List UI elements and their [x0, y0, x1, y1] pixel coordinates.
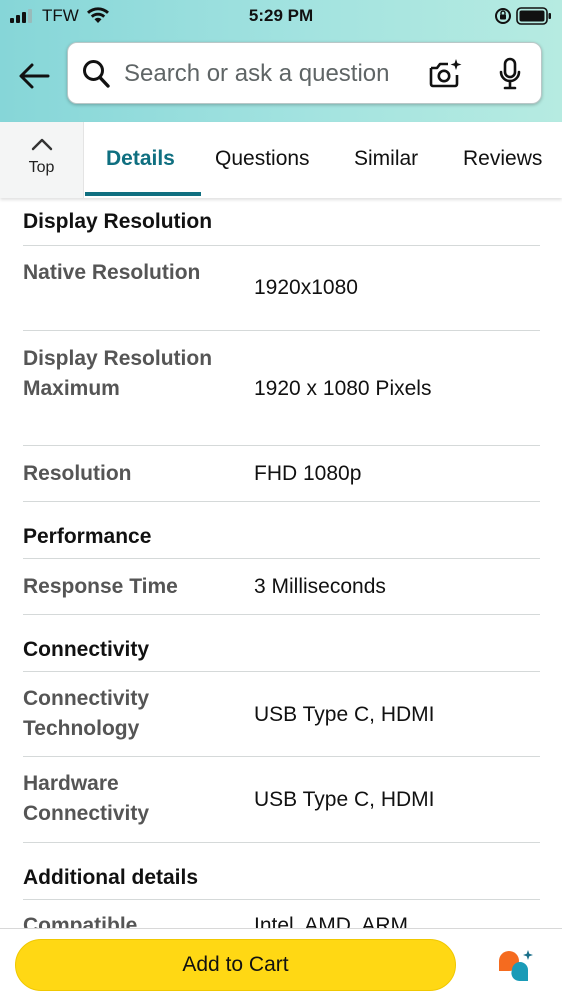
- spec-label: Hardware Connectivity: [23, 772, 150, 825]
- spec-value: 3 Milliseconds: [254, 575, 386, 598]
- chevron-up-icon: [31, 138, 53, 151]
- status-bar: TFW 5:29 PM: [0, 0, 562, 34]
- spec-value: Intel, AMD, ARM: [254, 914, 409, 928]
- divider: [23, 842, 540, 843]
- back-to-top-button[interactable]: Top: [0, 122, 84, 198]
- section-title-additional-details: Additional details: [23, 866, 199, 889]
- section-title-connectivity: Connectivity: [23, 638, 150, 661]
- product-tab-bar: Top Details Questions Similar Reviews: [0, 122, 562, 198]
- search-input[interactable]: [122, 55, 426, 93]
- search-bar[interactable]: [67, 42, 542, 104]
- spec-label: Connectivity Technology: [23, 687, 150, 740]
- divider: [23, 899, 540, 900]
- divider: [23, 756, 540, 757]
- rufus-assistant-icon: [499, 950, 533, 982]
- divider: [23, 330, 540, 331]
- top-label: Top: [28, 159, 55, 176]
- camera-sparkle-icon: [429, 59, 462, 88]
- tab-reviews[interactable]: Reviews: [463, 122, 542, 198]
- assistant-button[interactable]: [496, 949, 536, 990]
- arrow-left-icon: [19, 63, 50, 89]
- tab-questions[interactable]: Questions: [215, 122, 310, 198]
- section-title-performance: Performance: [23, 525, 152, 548]
- spec-label: Compatible: [23, 914, 138, 928]
- spec-value: USB Type C, HDMI: [254, 788, 435, 811]
- divider: [23, 671, 540, 672]
- spec-value: 1920x1080: [254, 276, 358, 299]
- product-details[interactable]: Display Resolution Native Resolution 192…: [0, 198, 562, 928]
- app-header: TFW 5:29 PM: [0, 0, 562, 122]
- divider: [23, 445, 540, 446]
- status-time: 5:29 PM: [248, 6, 314, 25]
- spec-value: 1920 x 1080 Pixels: [254, 377, 432, 400]
- voice-search-button[interactable]: [498, 57, 522, 96]
- spec-label: Display Resolution Maximum: [23, 347, 213, 400]
- camera-search-button[interactable]: [428, 58, 462, 95]
- tab-similar[interactable]: Similar: [354, 122, 418, 198]
- spec-value: USB Type C, HDMI: [254, 703, 435, 726]
- orientation-lock-icon: [494, 7, 512, 30]
- tab-details[interactable]: Details: [106, 122, 175, 198]
- back-button[interactable]: [14, 58, 54, 94]
- spec-label: Native Resolution: [23, 261, 201, 284]
- divider: [23, 614, 540, 615]
- divider: [23, 501, 540, 502]
- add-to-cart-button[interactable]: Add to Cart: [15, 939, 456, 991]
- spec-value: FHD 1080p: [254, 462, 362, 485]
- spec-label: Resolution: [23, 462, 132, 485]
- battery-icon: [516, 7, 552, 30]
- section-title-display-resolution: Display Resolution: [23, 210, 213, 233]
- bottom-action-bar: Add to Cart: [0, 928, 562, 1000]
- divider: [23, 558, 540, 559]
- divider: [23, 245, 540, 246]
- spec-label: Response Time: [23, 575, 178, 598]
- search-icon: [82, 59, 110, 94]
- microphone-icon: [499, 57, 521, 90]
- active-tab-indicator: [85, 192, 201, 196]
